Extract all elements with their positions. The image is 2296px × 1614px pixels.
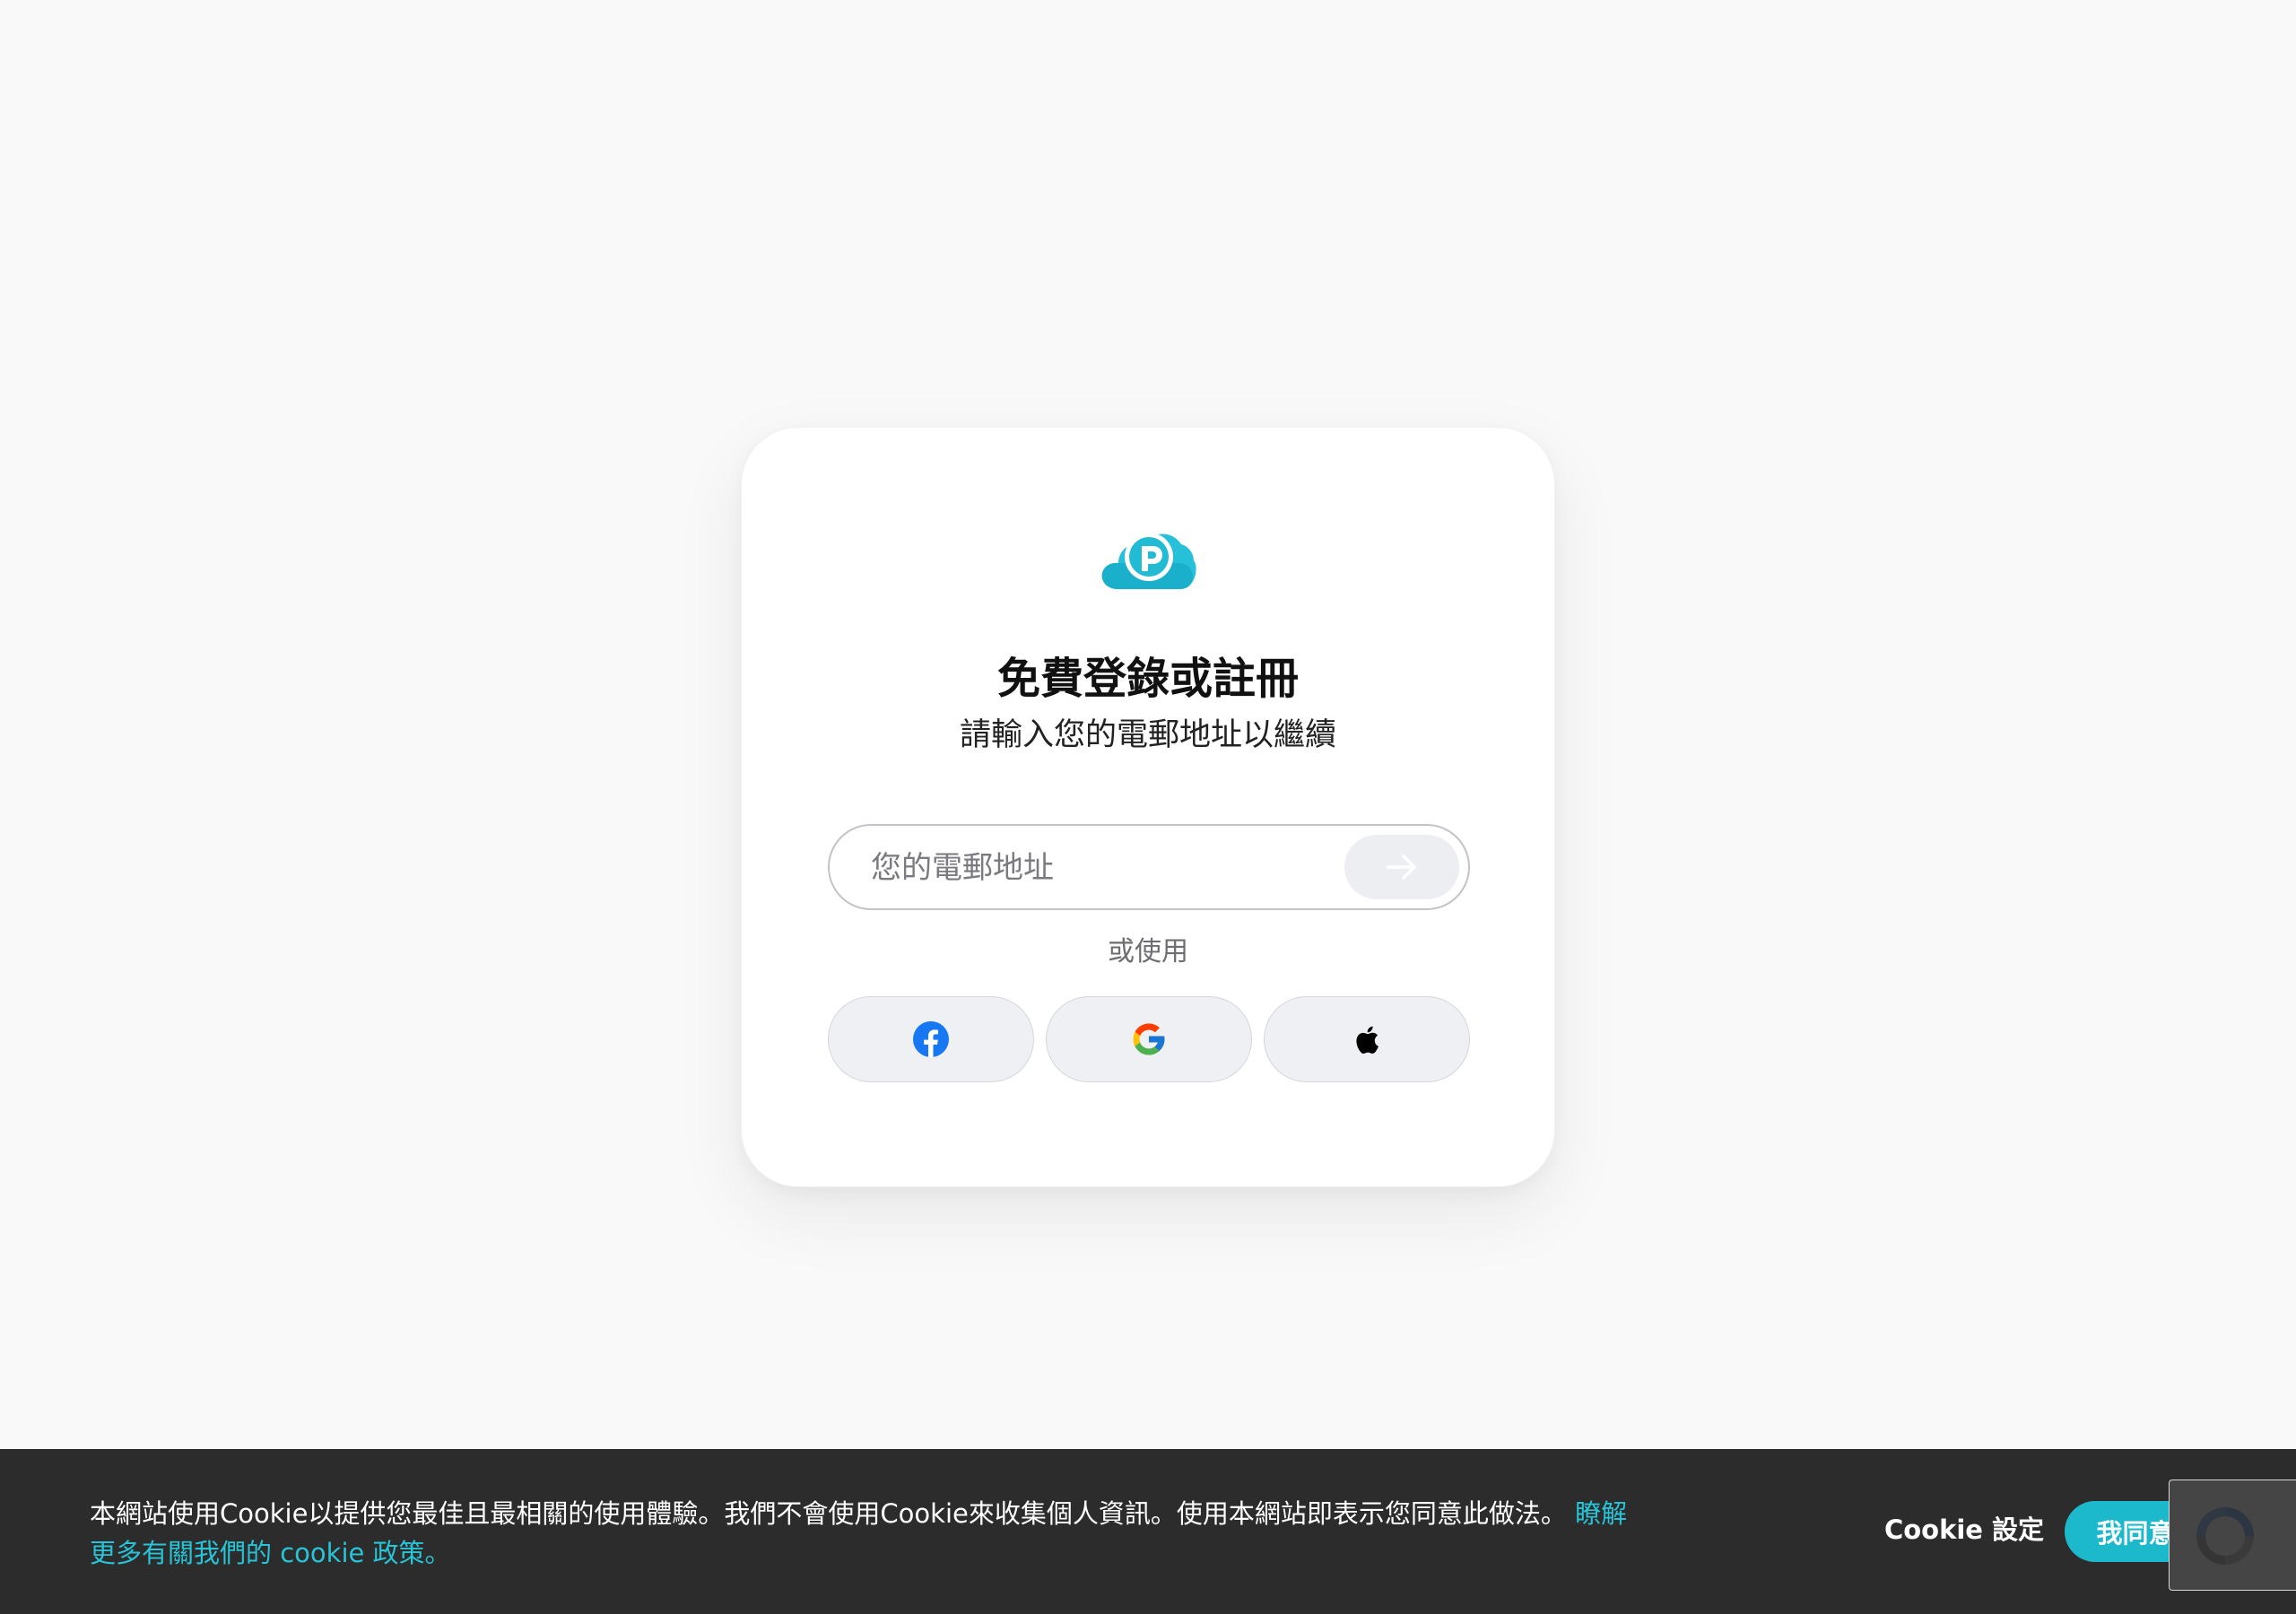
arrow-right-icon [1386, 855, 1416, 880]
page-subtitle: 請輸入您的電郵地址以繼續 [959, 717, 1336, 753]
google-login-button[interactable] [1046, 996, 1252, 1082]
continue-button[interactable] [1344, 835, 1459, 899]
apple-login-button[interactable] [1264, 996, 1470, 1082]
email-field-container [828, 824, 1470, 910]
or-use-label: 或使用 [1108, 936, 1188, 968]
apple-icon [1356, 1026, 1378, 1054]
cookie-message: 本網站使用Cookie以提供您最佳且最相關的使用體驗。我們不會使用Cookie來… [90, 1494, 1641, 1573]
recaptcha-overlay [2170, 1480, 2296, 1590]
login-card: 免費登錄或註冊 請輸入您的電郵地址以繼續 或使用 [741, 427, 1555, 1187]
google-icon [1133, 1023, 1165, 1055]
pcloud-logo-icon [1101, 533, 1196, 589]
cookie-text: 本網站使用Cookie以提供您最佳且最相關的使用體驗。我們不會使用Cookie來… [90, 1498, 1567, 1529]
cookie-settings-button[interactable]: Cookie 設定 [1883, 1517, 2045, 1543]
facebook-login-button[interactable] [828, 996, 1034, 1082]
social-login-row [828, 996, 1470, 1082]
facebook-icon [913, 1021, 949, 1057]
cookie-banner: 本網站使用Cookie以提供您最佳且最相關的使用體驗。我們不會使用Cookie來… [0, 1449, 2296, 1614]
recaptcha-badge[interactable] [2169, 1480, 2296, 1591]
page-title: 免費登錄或註冊 [996, 654, 1299, 704]
email-field[interactable] [871, 846, 1337, 890]
